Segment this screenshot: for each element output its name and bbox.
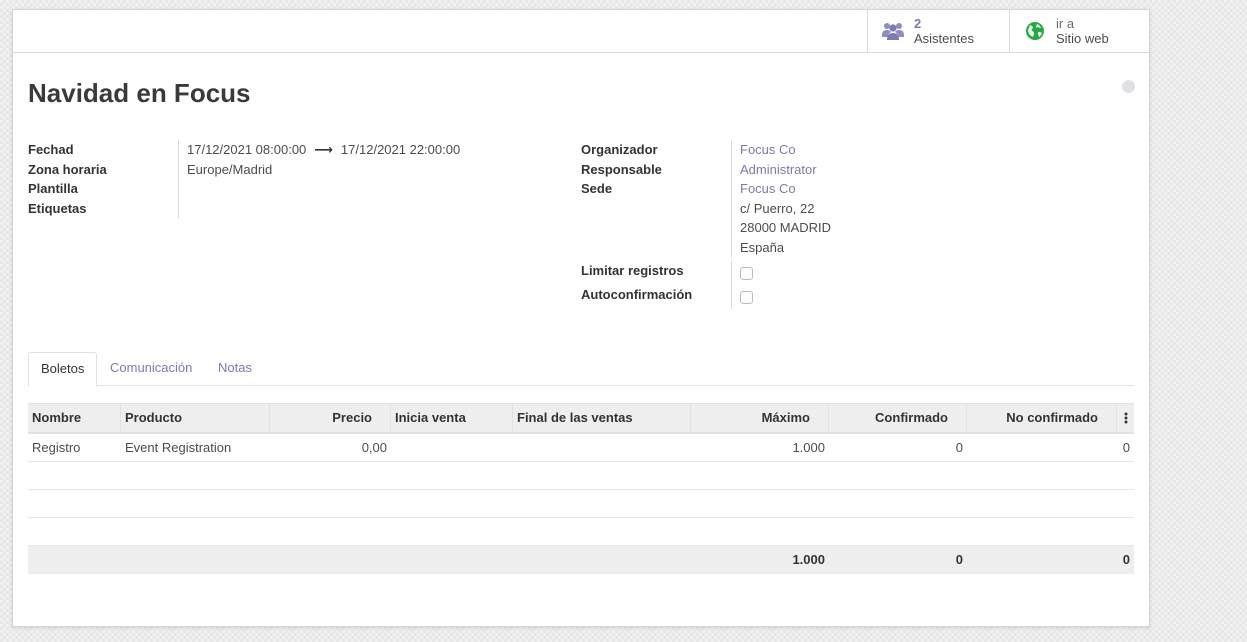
col-confirmed[interactable]: Confirmado — [829, 404, 967, 432]
venue-field-row: Sede Focus Co c/ Puerro, 22 28000 MADRID… — [581, 179, 1141, 257]
table-row[interactable]: Registro Event Registration 0,00 1.000 0… — [28, 434, 1134, 462]
col-name[interactable]: Nombre — [28, 404, 121, 432]
date-end[interactable]: 17/12/2021 22:00:00 — [341, 142, 460, 157]
tickets-table: Nombre Producto Precio Inicia venta Fina… — [28, 403, 1134, 574]
date-range-value[interactable]: 17/12/2021 08:00:00 ⟶ 17/12/2021 22:00:00 — [178, 140, 460, 160]
total-confirmed: 0 — [955, 552, 963, 567]
timezone-field-row: Zona horaria Europe/Madrid — [28, 159, 568, 179]
limit-field-row: Limitar registros — [581, 261, 1141, 285]
totals-spacer-5 — [513, 546, 691, 574]
autoconfirm-checkbox[interactable] — [740, 291, 753, 305]
website-line2: Sitio web — [1056, 31, 1109, 46]
globe-icon — [1023, 19, 1047, 43]
cell-start-sale — [391, 434, 513, 461]
date-label: Fechad — [28, 142, 74, 157]
tags-label: Etiquetas — [28, 200, 87, 216]
empty-row — [28, 462, 1134, 490]
cell-unconfirmed: 0 — [1122, 440, 1130, 455]
template-field-row: Plantilla — [28, 179, 568, 199]
venue-country: España — [740, 239, 785, 255]
go-to-website-button[interactable]: ir a Sitio web — [1009, 10, 1149, 52]
limit-registrations-checkbox[interactable] — [740, 267, 753, 281]
col-product[interactable]: Producto — [121, 404, 270, 432]
autoconfirm-label: Autoconfirmación — [581, 287, 693, 302]
limit-value — [731, 261, 753, 285]
attendees-stat-button[interactable]: 2 Asistentes — [867, 10, 1009, 52]
timezone-label: Zona horaria — [28, 161, 107, 177]
template-label: Plantilla — [28, 181, 78, 196]
tags-value[interactable] — [178, 198, 187, 218]
col-maximum[interactable]: Máximo — [691, 404, 829, 432]
responsible-label: Responsable — [581, 161, 662, 177]
organizer-link[interactable]: Focus Co — [731, 140, 796, 160]
notebook-tabs: Boletos Comunicación Notas — [28, 352, 1134, 387]
totals-row: 1.000 0 0 — [28, 546, 1134, 574]
right-field-group: Organizador Focus Co Responsable Adminis… — [581, 140, 1141, 309]
page-title: Navidad en Focus — [28, 78, 251, 108]
autoconfirm-value — [731, 285, 753, 309]
totals-spacer-3 — [270, 546, 391, 574]
responsible-field-row: Responsable Administrator — [581, 159, 1141, 179]
autoconfirm-field-row: Autoconfirmación — [581, 285, 1141, 309]
responsible-link[interactable]: Administrator — [731, 159, 817, 179]
button-box: 2 Asistentes ir a Sitio web — [13, 10, 1149, 53]
venue-label: Sede — [581, 181, 613, 196]
tab-notes[interactable]: Notas — [206, 352, 264, 386]
organizer-label: Organizador — [581, 142, 658, 157]
date-begin[interactable]: 17/12/2021 08:00:00 — [187, 142, 306, 157]
left-field-group: Fechad 17/12/2021 08:00:00 ⟶ 17/12/2021 22… — [28, 140, 568, 218]
cell-name: Registro — [32, 440, 81, 455]
organizer-field-row: Organizador Focus Co — [581, 140, 1141, 160]
tags-field-row: Etiquetas — [28, 198, 568, 218]
venue-address: Focus Co c/ Puerro, 22 28000 MADRID Espa… — [731, 179, 831, 257]
template-value[interactable] — [178, 179, 187, 199]
table-header: Nombre Producto Precio Inicia venta Fina… — [28, 403, 1134, 434]
tab-communication[interactable]: Comunicación — [98, 352, 204, 386]
attendees-count: 2 — [914, 16, 922, 31]
total-unconfirmed: 0 — [1122, 552, 1130, 567]
venue-link[interactable]: Focus Co — [740, 179, 831, 199]
empty-row — [28, 490, 1134, 518]
limit-label: Limitar registros — [581, 263, 684, 278]
arrow-right-icon: ⟶ — [314, 142, 333, 157]
website-line1: ir a — [1056, 16, 1075, 31]
cell-product: Event Registration — [125, 440, 232, 455]
col-unconfirmed[interactable]: No confirmado — [967, 404, 1117, 432]
cell-price: 0,00 — [361, 440, 387, 455]
col-end-sale[interactable]: Final de las ventas — [513, 404, 691, 432]
cell-maximum: 1.000 — [792, 440, 825, 455]
attendees-label: Asistentes — [914, 31, 974, 46]
date-field-row: Fechad 17/12/2021 08:00:00 ⟶ 17/12/2021 22… — [28, 140, 568, 160]
kanban-state-indicator[interactable] — [1122, 80, 1135, 93]
timezone-value[interactable]: Europe/Madrid — [178, 159, 272, 179]
totals-spacer-2 — [121, 546, 270, 574]
form-sheet: 2 Asistentes ir a Sitio web Navidad en F… — [12, 9, 1150, 627]
totals-spacer-1 — [28, 546, 121, 574]
venue-city: 28000 MADRID — [740, 220, 832, 235]
empty-row — [28, 518, 1134, 546]
tab-tickets[interactable]: Boletos — [28, 352, 98, 387]
users-icon — [881, 19, 905, 43]
col-start-sale[interactable]: Inicia venta — [391, 404, 513, 432]
col-price[interactable]: Precio — [270, 404, 391, 432]
totals-spacer-4 — [391, 546, 513, 574]
cell-end-sale — [513, 434, 691, 461]
total-maximum: 1.000 — [792, 552, 825, 567]
cell-confirmed: 0 — [955, 440, 963, 455]
venue-street: c/ Puerro, 22 — [740, 200, 815, 216]
optional-columns-icon[interactable] — [1117, 404, 1134, 432]
